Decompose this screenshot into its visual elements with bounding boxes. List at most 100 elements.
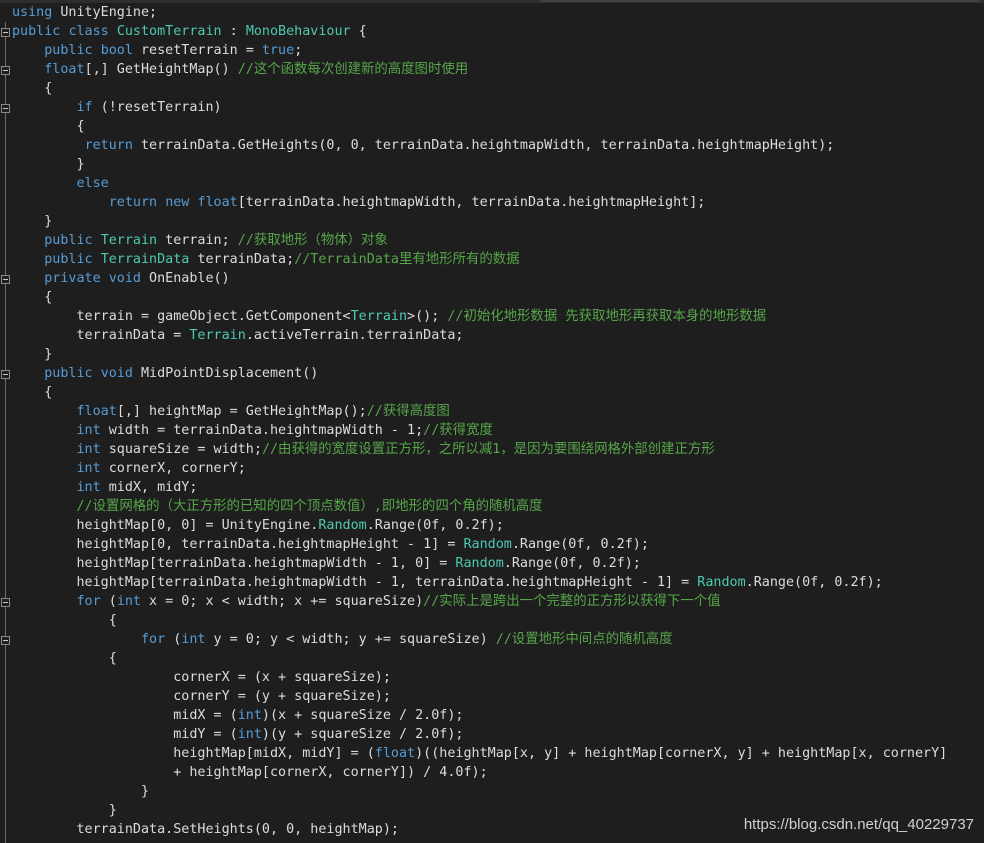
- code-line[interactable]: public bool resetTerrain = true;: [12, 41, 302, 60]
- code-line[interactable]: {: [12, 79, 52, 98]
- code-text: {: [12, 613, 117, 628]
- code-line[interactable]: {: [12, 288, 52, 307]
- code-text: heightMap[midX, midY] = (: [12, 746, 375, 761]
- code-keyword: int: [116, 594, 141, 609]
- code-line[interactable]: public TerrainData terrainData;//Terrain…: [12, 250, 519, 269]
- code-line[interactable]: for (int y = 0; y < width; y += squareSi…: [12, 630, 673, 649]
- code-line[interactable]: heightMap[midX, midY] = (float)((heightM…: [12, 744, 947, 763]
- code-line[interactable]: public class CustomTerrain : MonoBehavio…: [12, 22, 367, 41]
- code-text: terrainData.SetHeights(0, 0, heightMap);: [12, 822, 399, 837]
- code-line[interactable]: heightMap[0, 0] = UnityEngine.Random.Ran…: [12, 516, 503, 535]
- code-line[interactable]: }: [12, 801, 117, 820]
- code-comment: //获得宽度: [423, 423, 493, 438]
- code-text: cornerX, cornerY;: [100, 461, 246, 476]
- code-line[interactable]: int cornerX, cornerY;: [12, 459, 246, 478]
- code-text: resetTerrain =: [132, 43, 262, 58]
- code-keyword: return: [108, 195, 158, 210]
- code-line[interactable]: terrainData = Terrain.activeTerrain.terr…: [12, 326, 463, 345]
- code-keyword: float: [374, 746, 416, 761]
- code-line[interactable]: midX = (int)(x + squareSize / 2.0f);: [12, 706, 463, 725]
- code-line[interactable]: using UnityEngine;: [12, 3, 157, 22]
- code-keyword: float: [44, 62, 85, 77]
- code-line[interactable]: private void OnEnable(): [12, 269, 229, 288]
- code-text: terrain;: [157, 233, 238, 248]
- code-line[interactable]: heightMap[terrainData.heightmapWidth - 1…: [12, 554, 640, 573]
- code-line[interactable]: public void MidPointDisplacement(): [12, 364, 318, 383]
- watermark-text: https://blog.csdn.net/qq_40229737: [743, 816, 974, 833]
- code-keyword: class: [68, 24, 109, 39]
- code-line[interactable]: {: [12, 383, 52, 402]
- code-keyword: private: [44, 271, 101, 286]
- collapse-toggle-icon[interactable]: [1, 275, 10, 284]
- code-line[interactable]: public Terrain terrain; //获取地形（物体）对象: [12, 231, 388, 250]
- code-line[interactable]: int midX, midY;: [12, 478, 198, 497]
- code-line[interactable]: float[,] GetHeightMap() //这个函数每次创建新的高度图时…: [12, 60, 468, 79]
- code-line[interactable]: }: [12, 782, 149, 801]
- collapse-toggle-icon[interactable]: [1, 636, 10, 645]
- code-keyword: for: [141, 632, 166, 647]
- code-line[interactable]: //设置网格的（大正方形的已知的四个顶点数值）,即地形的四个角的随机高度: [12, 497, 543, 516]
- code-type: Random: [455, 556, 504, 571]
- outline-gutter: [0, 3, 12, 843]
- code-keyword: int: [76, 423, 101, 438]
- code-text: terrainData.GetHeights(0, 0, terrainData…: [132, 138, 835, 153]
- code-text: ;: [294, 43, 303, 58]
- code-line[interactable]: int width = terrainData.heightmapWidth -…: [12, 421, 493, 440]
- code-line[interactable]: terrain = gameObject.GetComponent<Terrai…: [12, 307, 766, 326]
- scroll-indicator: [540, 0, 980, 2]
- code-line[interactable]: terrainData.SetHeights(0, 0, heightMap);: [12, 820, 399, 839]
- code-line[interactable]: else: [12, 174, 109, 193]
- collapse-toggle-icon[interactable]: [1, 66, 10, 75]
- code-line[interactable]: heightMap[terrainData.heightmapWidth - 1…: [12, 573, 882, 592]
- code-line[interactable]: {: [12, 117, 85, 136]
- code-line[interactable]: }: [12, 155, 85, 174]
- code-line[interactable]: return new float[terrainData.heightmapWi…: [12, 193, 706, 212]
- code-text: squareSize = width;: [100, 442, 262, 457]
- code-text: heightMap[0, 0] = UnityEngine.: [12, 518, 319, 533]
- code-text: }: [12, 803, 117, 818]
- code-line[interactable]: + heightMap[cornerX, cornerY]) / 4.0f);: [12, 763, 487, 782]
- code-line[interactable]: {: [12, 649, 117, 668]
- collapse-toggle-icon[interactable]: [1, 370, 10, 379]
- code-text: >();: [407, 309, 448, 324]
- code-line[interactable]: heightMap[0, terrainData.heightmapHeight…: [12, 535, 648, 554]
- code-text: terrain = gameObject.GetComponent<: [12, 309, 351, 324]
- code-line[interactable]: return terrainData.GetHeights(0, 0, terr…: [12, 136, 835, 155]
- code-text: }: [12, 157, 85, 172]
- code-line[interactable]: cornerY = (y + squareSize);: [12, 687, 391, 706]
- code-keyword: new: [165, 195, 190, 210]
- collapse-toggle-icon[interactable]: [1, 104, 10, 113]
- collapse-toggle-icon[interactable]: [1, 598, 10, 607]
- code-line[interactable]: }: [12, 345, 52, 364]
- code-line[interactable]: midY = (int)(y + squareSize / 2.0f);: [12, 725, 463, 744]
- code-line[interactable]: }: [12, 212, 52, 231]
- code-text: midY = (: [12, 727, 238, 742]
- code-text: y = 0; y < width; y += squareSize): [205, 632, 496, 647]
- code-line[interactable]: float[,] heightMap = GetHeightMap();//获得…: [12, 402, 450, 421]
- code-keyword: int: [237, 708, 262, 723]
- collapse-toggle-icon[interactable]: [1, 28, 10, 37]
- code-line[interactable]: {: [12, 611, 117, 630]
- code-keyword: else: [76, 176, 109, 191]
- code-text: {: [12, 290, 53, 305]
- code-editor[interactable]: using UnityEngine; public class CustomTer…: [0, 0, 984, 843]
- code-text: }: [12, 214, 53, 229]
- code-text: UnityEngine;: [52, 5, 158, 20]
- code-text: terrainData;: [189, 252, 295, 267]
- code-keyword: if: [76, 100, 93, 115]
- code-line[interactable]: cornerX = (x + squareSize);: [12, 668, 391, 687]
- code-line[interactable]: if (!resetTerrain): [12, 98, 222, 117]
- code-line[interactable]: int squareSize = width;//由获得的宽度设置正方形，之所以…: [12, 440, 715, 459]
- code-line[interactable]: for (int x = 0; x < width; x += squareSi…: [12, 592, 721, 611]
- code-keyword: float: [76, 404, 117, 419]
- code-text: {: [12, 119, 85, 134]
